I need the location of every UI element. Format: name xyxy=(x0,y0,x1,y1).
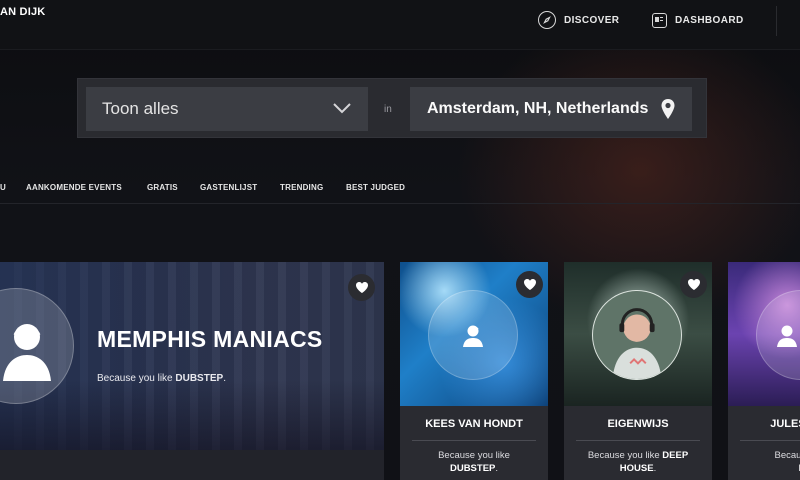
avatar xyxy=(0,288,74,404)
heart-icon xyxy=(523,279,536,290)
chevron-down-icon xyxy=(333,103,351,114)
reason-prefix: Because you like xyxy=(438,450,510,461)
featured-artist-name[interactable]: MEMPHIS MANIACS xyxy=(97,326,323,353)
featured-card-footer xyxy=(0,450,384,480)
nav-divider xyxy=(776,6,777,36)
compass-icon xyxy=(538,11,556,29)
featured-reason: Because you like DUBSTEP. xyxy=(97,373,226,384)
user-icon xyxy=(3,324,51,381)
nav-dashboard-label: DASHBOARD xyxy=(675,14,744,26)
recommendation-reason: Because you like DEEP HOUSE. xyxy=(574,449,702,475)
tab-gastenlijst[interactable]: GASTENLIJST xyxy=(200,183,257,192)
tab-gratis[interactable]: GRATIS xyxy=(147,183,178,192)
category-select-value: Toon alles xyxy=(102,99,179,118)
tab-trending[interactable]: TRENDING xyxy=(280,183,323,192)
favorite-button[interactable] xyxy=(680,271,707,298)
featured-artist-card[interactable] xyxy=(0,262,384,450)
person-photo-icon xyxy=(593,291,681,379)
reason-suffix: . xyxy=(495,463,499,474)
avatar xyxy=(756,290,800,380)
divider xyxy=(740,440,800,441)
avatar xyxy=(428,290,518,380)
artist-name[interactable]: KEES VAN HONDT xyxy=(400,418,548,430)
artist-photo xyxy=(728,262,800,406)
reason-suffix: . xyxy=(653,463,657,474)
user-icon xyxy=(463,325,483,347)
tab-u[interactable]: U xyxy=(0,183,6,192)
reason-prefix: Because you like xyxy=(587,450,660,461)
heart-icon xyxy=(687,279,700,290)
reason-prefix: Because you xyxy=(774,450,800,461)
location-field-value: Amsterdam, NH, Netherlands xyxy=(427,100,649,117)
brand-logo[interactable]: AN DIJK xyxy=(0,6,45,18)
artist-card[interactable]: KEES VAN HONDT Because you like DUBSTEP. xyxy=(400,262,548,480)
favorite-button[interactable] xyxy=(348,274,375,301)
artist-card[interactable]: JULES DE L Because youH xyxy=(728,262,800,480)
map-pin-icon xyxy=(661,99,675,119)
recommendation-reason: Because youH xyxy=(738,449,800,475)
featured-reason-suffix: . xyxy=(223,373,226,384)
location-field[interactable]: Amsterdam, NH, Netherlands xyxy=(410,87,692,131)
category-select[interactable]: Toon alles xyxy=(86,87,368,131)
favorite-button[interactable] xyxy=(516,271,543,298)
dashboard-icon xyxy=(652,12,667,28)
avatar xyxy=(592,290,682,380)
featured-reason-prefix: Because you like xyxy=(97,373,176,384)
nav-discover[interactable]: DISCOVER xyxy=(538,10,619,30)
nav-dashboard[interactable]: DASHBOARD xyxy=(652,10,744,30)
divider xyxy=(576,440,700,441)
reason-genre: DUBSTEP xyxy=(449,463,496,474)
tab-best-judged[interactable]: BEST JUDGED xyxy=(346,183,405,192)
recommendation-reason: Because you like DUBSTEP. xyxy=(410,449,538,475)
in-label: in xyxy=(384,104,392,115)
nav-discover-label: DISCOVER xyxy=(564,14,620,26)
artist-name[interactable]: EIGENWIJS xyxy=(564,418,712,430)
featured-reason-genre: DUBSTEP xyxy=(175,373,224,384)
tab-aankomende-events[interactable]: AANKOMENDE EVENTS xyxy=(26,183,122,192)
heart-icon xyxy=(355,282,368,293)
category-tabs: U AANKOMENDE EVENTS GRATIS GASTENLIJST T… xyxy=(0,176,800,204)
top-bar: AN DIJK DISCOVER DASHBOARD xyxy=(0,0,800,50)
user-icon xyxy=(777,325,797,347)
search-panel: Toon alles in Amsterdam, NH, Netherlands xyxy=(77,78,707,138)
artist-card[interactable]: EIGENWIJS Because you like DEEP HOUSE. xyxy=(564,262,712,480)
artist-name[interactable]: JULES DE L xyxy=(728,418,800,430)
divider xyxy=(412,440,536,441)
